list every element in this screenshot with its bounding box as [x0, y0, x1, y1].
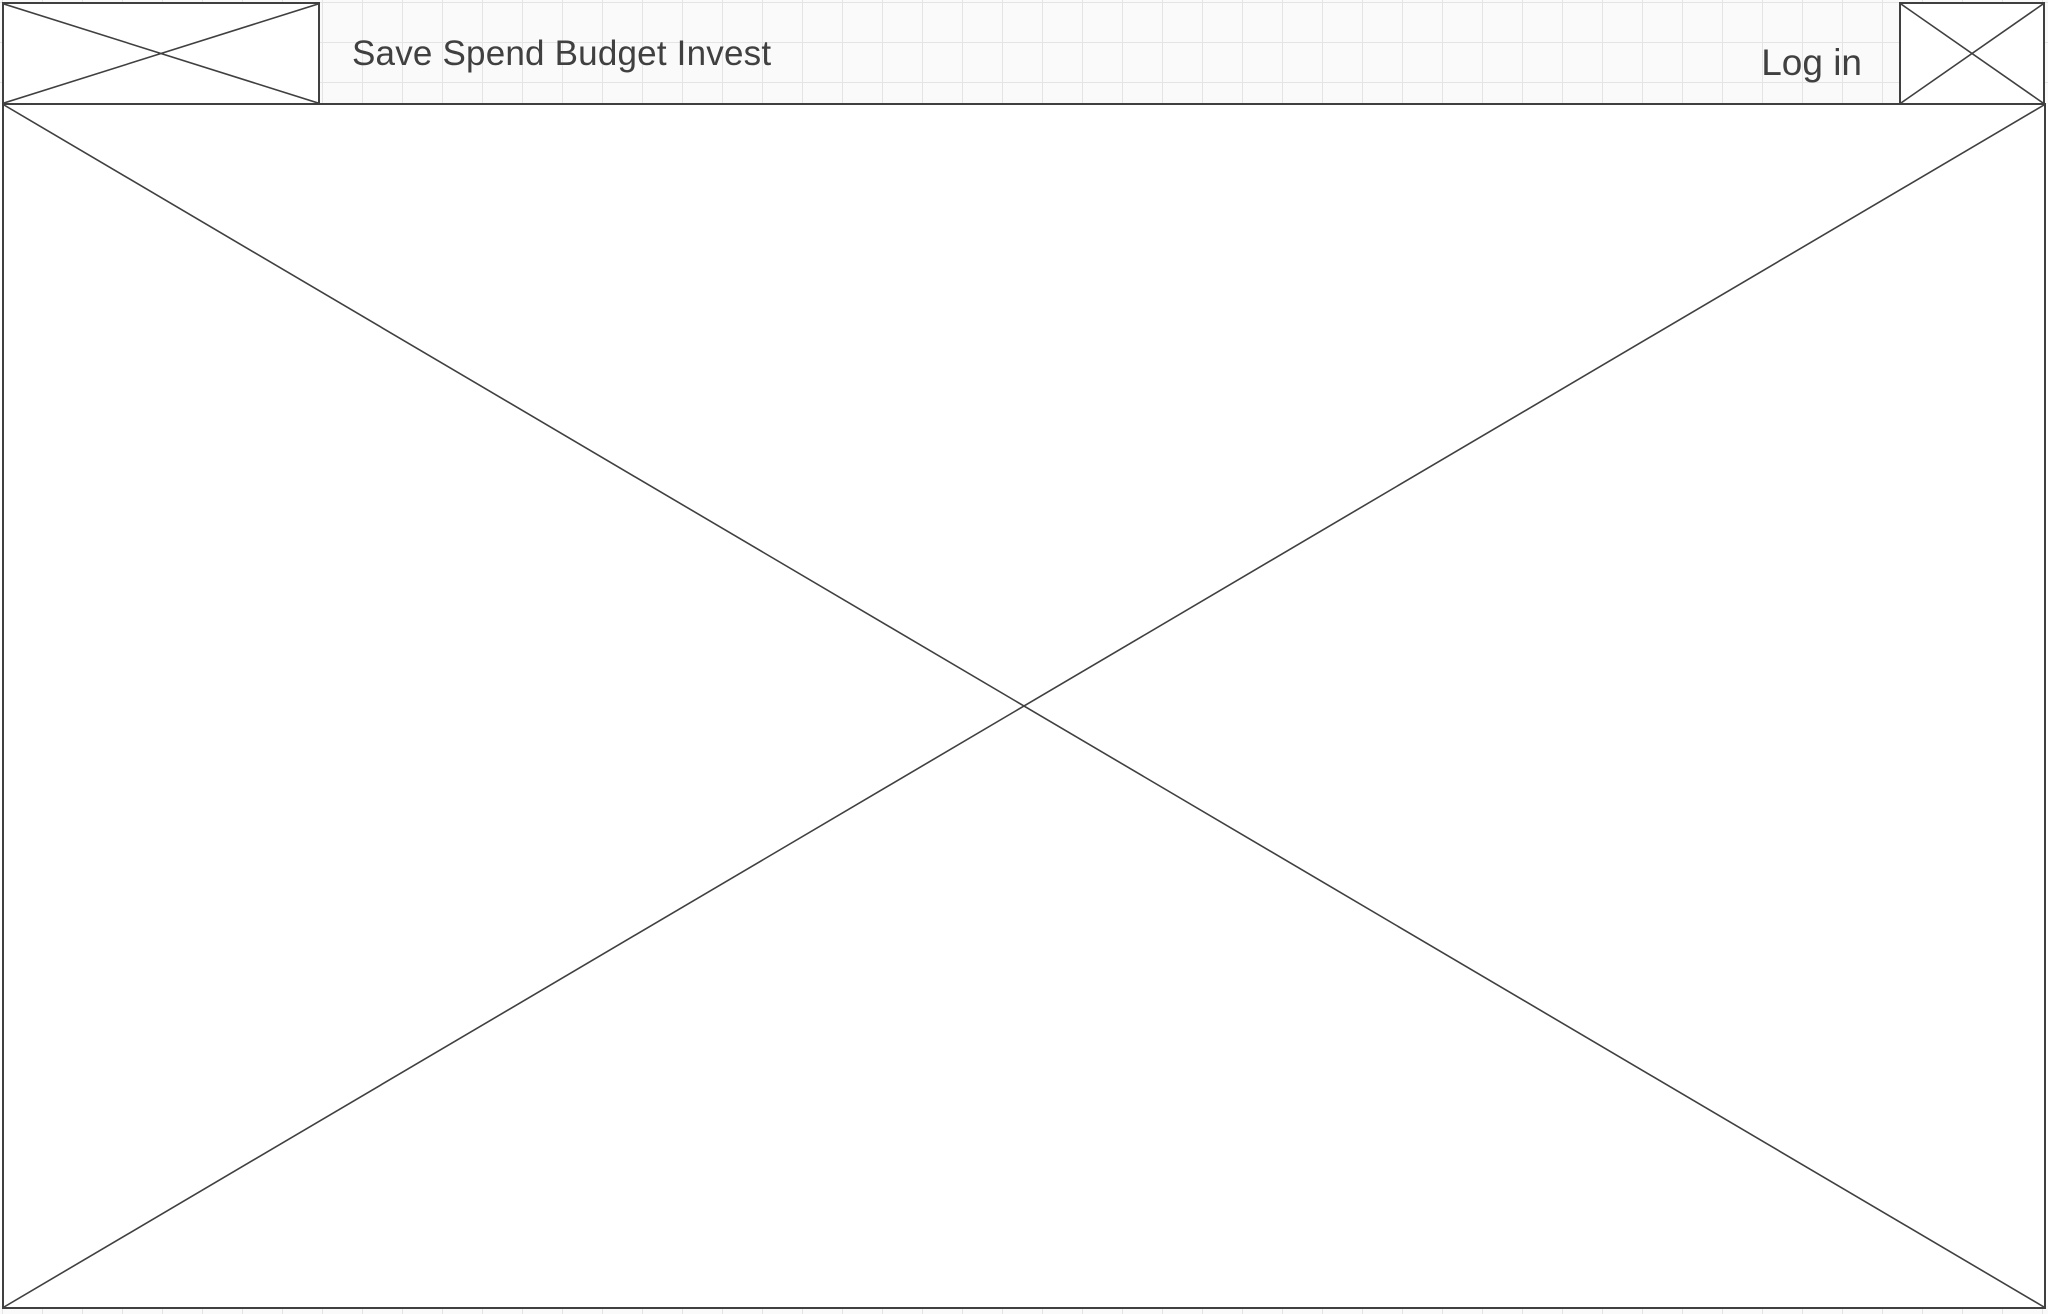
login-link[interactable]: Log in — [1761, 42, 1862, 84]
avatar-placeholder[interactable] — [1899, 2, 2045, 105]
logo-placeholder[interactable] — [2, 2, 320, 105]
nav-links[interactable]: Save Spend Budget Invest — [352, 34, 771, 74]
image-placeholder-icon — [1901, 4, 2043, 103]
wireframe-page: Save Spend Budget Invest Log in — [0, 0, 2048, 1314]
hero-image-placeholder[interactable] — [2, 103, 2046, 1309]
image-placeholder-icon — [4, 4, 318, 103]
image-placeholder-icon — [4, 105, 2044, 1307]
